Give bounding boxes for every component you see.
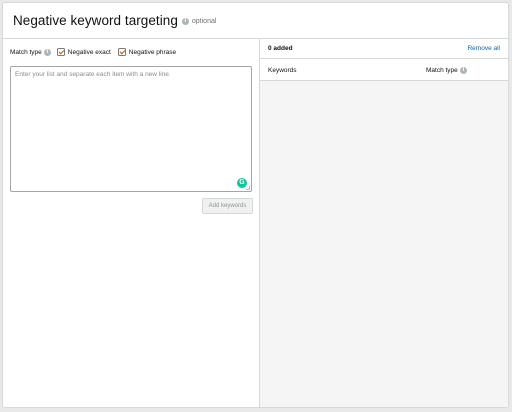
match-type-info-icon[interactable]: i — [43, 48, 51, 56]
match-type-column-info-icon[interactable]: i — [459, 67, 467, 74]
negative-exact-label[interactable]: Negative exact — [68, 49, 111, 56]
keyword-entry-panel: Match type i Negative exact Negative phr… — [3, 39, 259, 407]
added-keywords-toolbar: 0 added Remove all — [260, 39, 508, 59]
optional-label: optional — [191, 18, 217, 25]
added-count: 0 added — [268, 45, 293, 52]
column-header-keywords: Keywords — [268, 67, 297, 74]
textarea-placeholder: Enter your list and separate each item w… — [15, 71, 171, 78]
section-title: Negative keyword targeting — [13, 13, 178, 28]
match-type-row: Match type i Negative exact Negative phr… — [10, 46, 183, 58]
negative-phrase-label[interactable]: Negative phrase — [129, 49, 176, 56]
column-header-match-type-label: Match type — [426, 67, 458, 74]
negative-phrase-checkbox[interactable] — [117, 48, 126, 56]
added-keywords-panel: 0 added Remove all Keywords Match type i — [259, 39, 508, 407]
info-icon[interactable]: i — [181, 17, 189, 25]
remove-all-link[interactable]: Remove all — [467, 45, 500, 52]
negative-exact-checkbox[interactable] — [56, 48, 65, 56]
keyword-list-textarea[interactable]: Enter your list and separate each item w… — [10, 66, 252, 192]
match-type-label: Match type — [10, 48, 42, 56]
column-header-match-type: Match type i — [426, 67, 467, 74]
add-keywords-button[interactable]: Add keywords — [202, 198, 253, 214]
card-header: Negative keyword targeting i optional — [3, 3, 508, 39]
negative-keyword-targeting-card: Negative keyword targeting i optional Ma… — [2, 2, 509, 408]
resize-handle-icon[interactable] — [246, 186, 250, 190]
keywords-table-header: Keywords Match type i — [260, 59, 508, 81]
